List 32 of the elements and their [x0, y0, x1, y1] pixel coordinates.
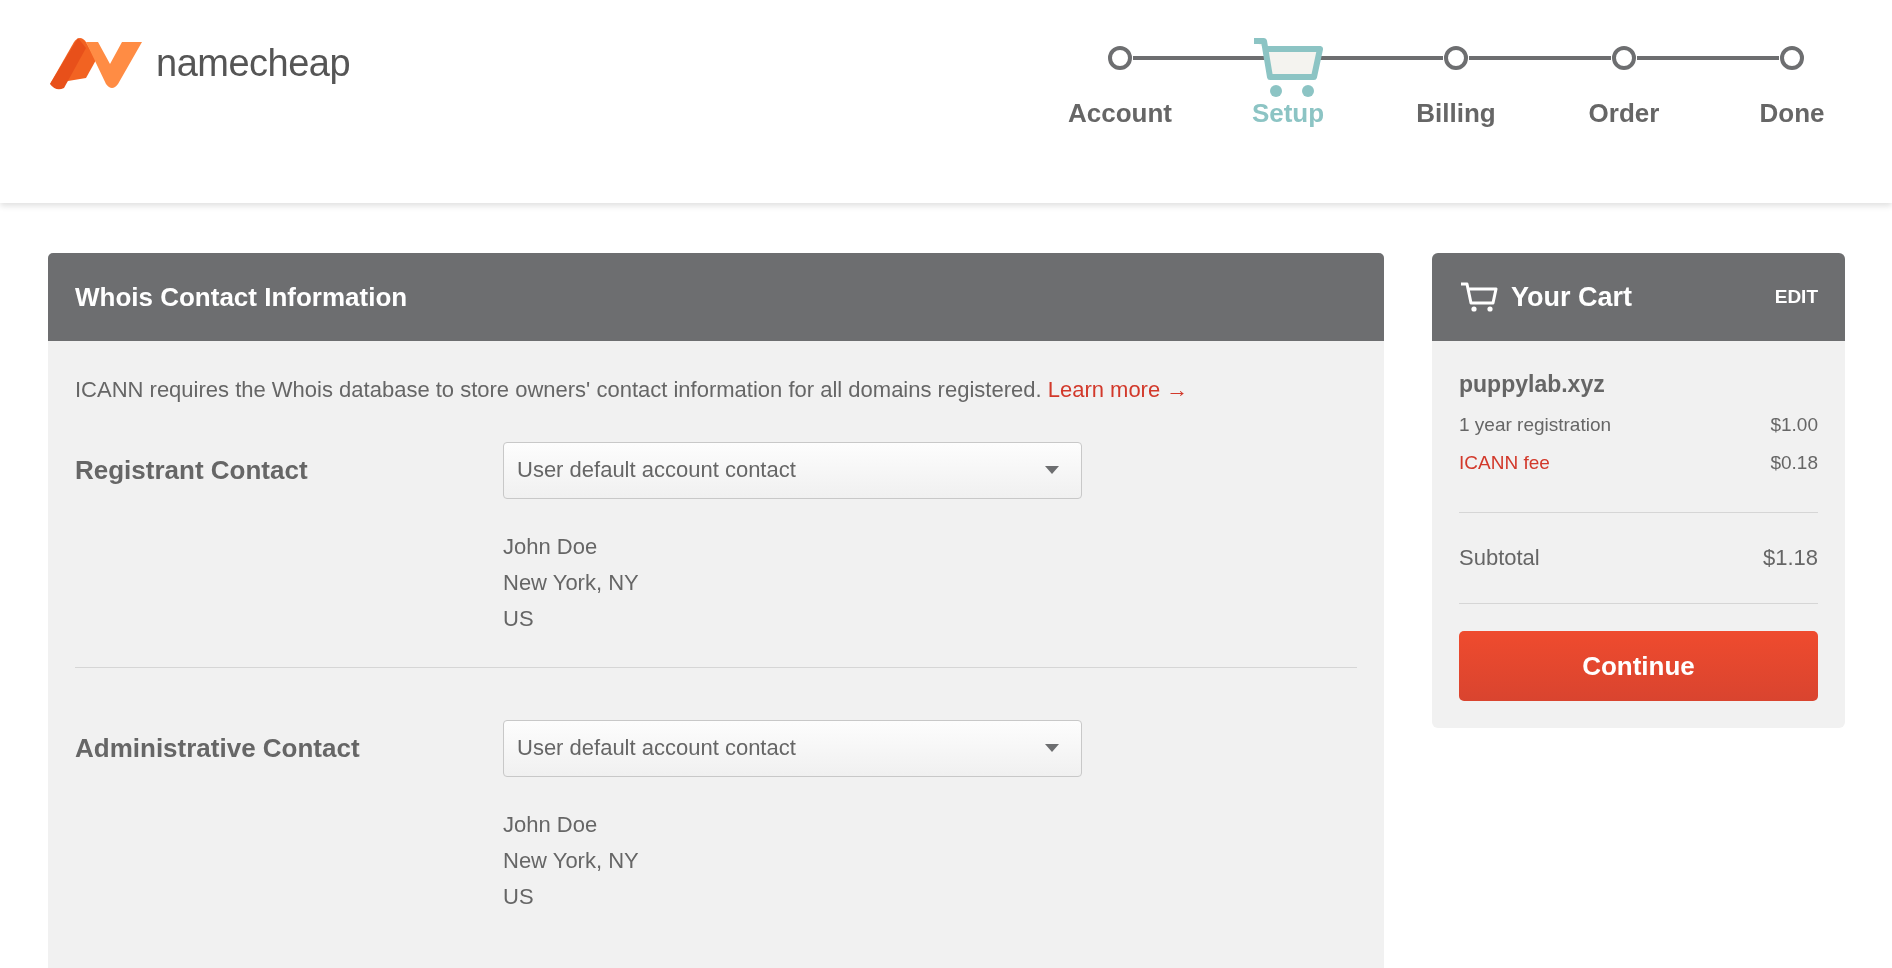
- item-label: 1 year registration: [1459, 413, 1612, 437]
- step-label: Billing: [1416, 98, 1496, 129]
- description-text: ICANN requires the Whois database to store owners' contact information for all domains registered.: [75, 377, 1042, 402]
- continue-button[interactable]: Continue: [1459, 631, 1818, 701]
- contact-label: Administrative Contact: [75, 731, 361, 765]
- contact-label: Registrant Contact: [75, 453, 309, 487]
- item-price: $0.18: [1770, 451, 1818, 475]
- fee-link[interactable]: ICANN fee: [1459, 444, 1550, 482]
- edit-link[interactable]: EDIT: [1774, 286, 1818, 308]
- contact-dropdown[interactable]: User default account contact: [503, 441, 1082, 499]
- address-line: New York, NY: [503, 568, 640, 597]
- logo-text[interactable]: namecheap: [156, 41, 351, 85]
- address-line: John Doe: [503, 810, 599, 839]
- step-label: Account: [1068, 98, 1172, 129]
- step-label: Done: [1759, 98, 1825, 129]
- step-label: Setup: [1251, 98, 1325, 129]
- address-line: US: [503, 604, 535, 633]
- address-line: US: [503, 882, 535, 911]
- caret-icon: [1045, 466, 1059, 475]
- contact-dropdown[interactable]: User default account contact: [503, 719, 1082, 777]
- domain-name: puppylab.xyz: [1459, 371, 1606, 398]
- address-line: John Doe: [503, 532, 599, 561]
- step-label: Order: [1588, 98, 1660, 129]
- panel-title: Whois Contact Information: [75, 281, 408, 313]
- cart-title: Your Cart: [1511, 281, 1633, 313]
- cart-icon: [1459, 281, 1499, 313]
- subtotal-label: Subtotal: [1459, 545, 1540, 571]
- caret-icon: [1045, 744, 1059, 753]
- subtotal-value: $1.18: [1762, 545, 1818, 571]
- address-line: New York, NY: [503, 846, 640, 875]
- learn-more-link[interactable]: Learn more →: [1047, 377, 1189, 402]
- item-price: $1.00: [1770, 413, 1818, 437]
